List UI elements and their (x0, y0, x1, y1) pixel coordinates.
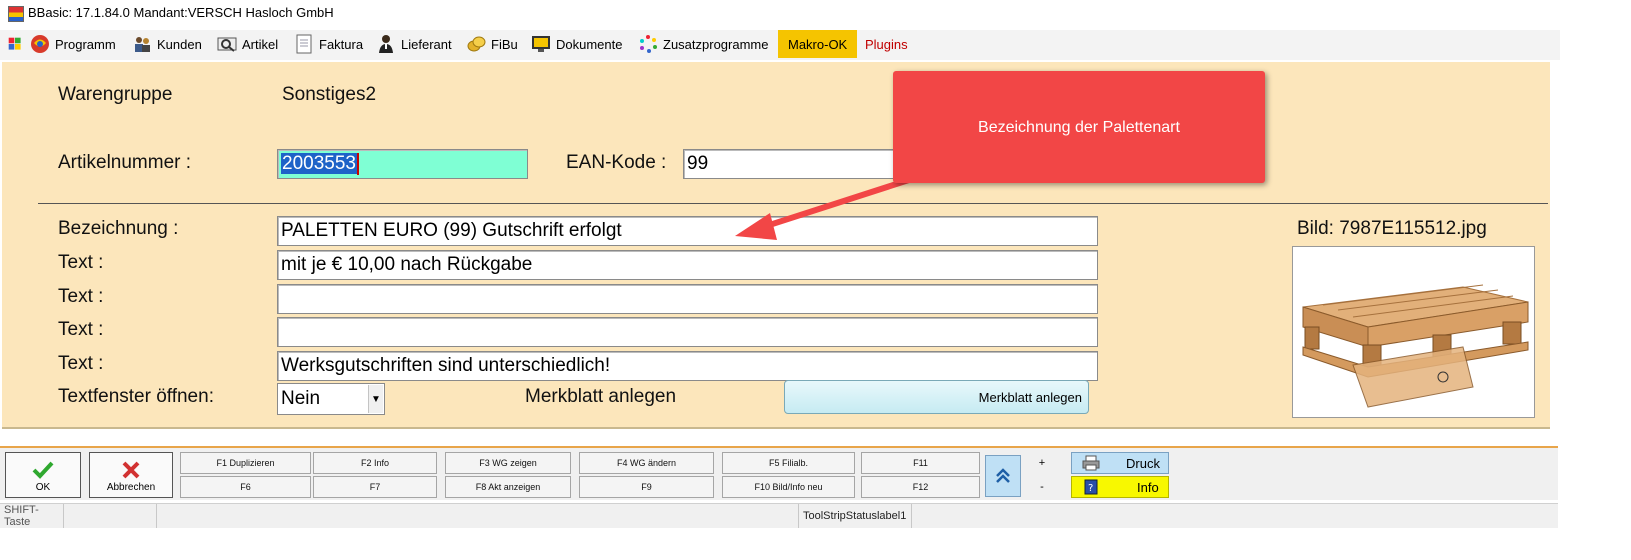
menu-label: Faktura (319, 36, 364, 52)
f11-button[interactable]: F11 (861, 452, 980, 474)
bezeichnung-input[interactable]: PALETTEN EURO (99) Gutschrift erfolgt (277, 216, 1098, 246)
abbrechen-label: Abbrechen (106, 482, 156, 493)
textfenster-select[interactable]: Nein ▼ (277, 383, 385, 415)
menu-label: Kunden (157, 36, 202, 52)
minus-button[interactable]: - (1029, 476, 1055, 498)
merkblatt-anlegen-button[interactable]: Merkblatt anlegen (784, 380, 1089, 414)
f8-button[interactable]: F8 Akt anzeigen (445, 476, 571, 498)
f9-button[interactable]: F9 (579, 476, 714, 498)
f1-button[interactable]: F1 Duplizieren (180, 452, 311, 474)
merkblatt-label: Merkblatt anlegen (525, 386, 677, 407)
divider (38, 203, 1548, 204)
menu-label: Zusatzprogramme (663, 36, 769, 52)
menu-label: Plugins (865, 36, 908, 52)
f4-button[interactable]: F4 WG ändern (579, 452, 714, 474)
ok-label: OK (35, 482, 51, 493)
menu-fibu[interactable]: FiBu (466, 30, 518, 58)
menu-lieferant[interactable]: Lieferant (376, 30, 452, 58)
magnifier-icon (217, 37, 237, 52)
menu-label: FiBu (491, 36, 518, 52)
title-bar: BBasic: 17.1.84.0 Mandant:VERSCH Hasloch… (0, 0, 1560, 28)
monitor-icon (532, 36, 550, 52)
f2-button[interactable]: F2 Info (313, 452, 437, 474)
status-label1: ToolStripStatuslabel1 (798, 504, 912, 528)
help-book-icon: ? (1084, 479, 1098, 495)
f5-button[interactable]: F5 Filialb. (722, 452, 855, 474)
menu-label: Artikel (242, 36, 279, 52)
text1-label: Text : (58, 252, 104, 273)
globe-icon (31, 35, 49, 53)
ean-label: EAN-Kode : (566, 152, 667, 173)
artikelnummer-label: Artikelnummer : (58, 152, 192, 173)
colorful-dots-icon (640, 35, 657, 53)
plus-button[interactable]: + (1029, 452, 1055, 474)
menu-faktura[interactable]: Faktura (294, 30, 363, 58)
menu-label: Dokumente (556, 36, 623, 52)
text3-input[interactable] (277, 317, 1098, 347)
druck-label: Druck (1126, 455, 1160, 471)
ok-button[interactable]: OK (5, 452, 81, 498)
text3-label: Text : (58, 319, 104, 340)
app-icon (8, 6, 24, 22)
f6-button[interactable]: F6 (180, 476, 311, 498)
annotation-callout: Bezeichnung der Palettenart (893, 71, 1265, 183)
warengruppe-label: Warengruppe (58, 84, 173, 105)
info-label: Info (1137, 479, 1159, 495)
druck-button[interactable]: Druck (1071, 452, 1169, 474)
person-icon (379, 35, 393, 53)
callout-text: Bezeichnung der Palettenart (978, 119, 1180, 136)
abbrechen-button[interactable]: Abbrechen (89, 452, 173, 498)
article-image (1292, 246, 1535, 418)
menu-label: Programm (55, 36, 116, 52)
text1-input[interactable]: mit je € 10,00 nach Rückgabe (277, 250, 1098, 280)
menu-programm[interactable]: Programm (30, 30, 116, 58)
status-shift: SHIFT-Taste (0, 504, 64, 528)
chevron-down-icon[interactable]: ▼ (368, 385, 383, 413)
status-empty (64, 504, 157, 528)
people-icon (135, 37, 150, 52)
status-bar: SHIFT-Taste ToolStripStatuslabel1 (0, 503, 1558, 528)
bild-label: Bild: 7987E115512.jpg (1297, 218, 1487, 239)
svg-text:?: ? (1088, 483, 1093, 494)
text-caret (356, 152, 359, 175)
pallet-image (1293, 247, 1534, 417)
scroll-up-button[interactable] (985, 455, 1021, 497)
f12-button[interactable]: F12 (861, 476, 980, 498)
ean-input[interactable]: 99 (683, 149, 903, 179)
text4-label: Text : (58, 353, 104, 374)
f7-button[interactable]: F7 (313, 476, 437, 498)
textfenster-label: Textfenster öffnen: (58, 386, 214, 407)
menu-zusatzprogramme[interactable]: Zusatzprogramme (638, 30, 768, 58)
f10-button[interactable]: F10 Bild/Info neu (722, 476, 855, 498)
checkmark-icon (32, 461, 54, 479)
printer-icon (1082, 455, 1100, 471)
warengruppe-value: Sonstiges2 (282, 84, 377, 105)
menu-label: Lieferant (401, 36, 452, 52)
function-button-bar: OK Abbrechen F1 Duplizieren F6 F2 Info F… (0, 446, 1558, 500)
f3-button[interactable]: F3 WG zeigen (445, 452, 571, 474)
menu-bar: Programm Kunden Artikel Faktura Lieferan… (0, 30, 1560, 60)
text2-input[interactable] (277, 284, 1098, 314)
artikelnummer-value: 2003553 (281, 153, 357, 174)
textfenster-value: Nein (281, 388, 321, 409)
info-button[interactable]: ? Info (1071, 476, 1169, 498)
menu-dokumente[interactable]: Dokumente (531, 30, 622, 58)
text2-label: Text : (58, 286, 104, 307)
menu-makro-ok[interactable]: Makro-OK (778, 30, 858, 58)
window-title: BBasic: 17.1.84.0 Mandant:VERSCH Hasloch… (28, 5, 334, 20)
close-icon (122, 461, 140, 479)
text4-input[interactable]: Werksgutschriften sind unterschiedlich! (277, 351, 1098, 381)
menu-artikel[interactable]: Artikel (217, 30, 278, 58)
document-icon (296, 34, 312, 54)
menu-label: Makro-OK (788, 36, 848, 52)
coins-icon (467, 36, 486, 52)
double-chevron-up-icon (996, 468, 1010, 483)
menu-plugins[interactable]: Plugins (865, 30, 908, 58)
artikelnummer-input[interactable]: 2003553 (277, 149, 528, 179)
menu-kunden[interactable]: Kunden (132, 30, 202, 58)
menu-system-icon[interactable] (8, 30, 22, 58)
bezeichnung-label: Bezeichnung : (58, 218, 179, 239)
